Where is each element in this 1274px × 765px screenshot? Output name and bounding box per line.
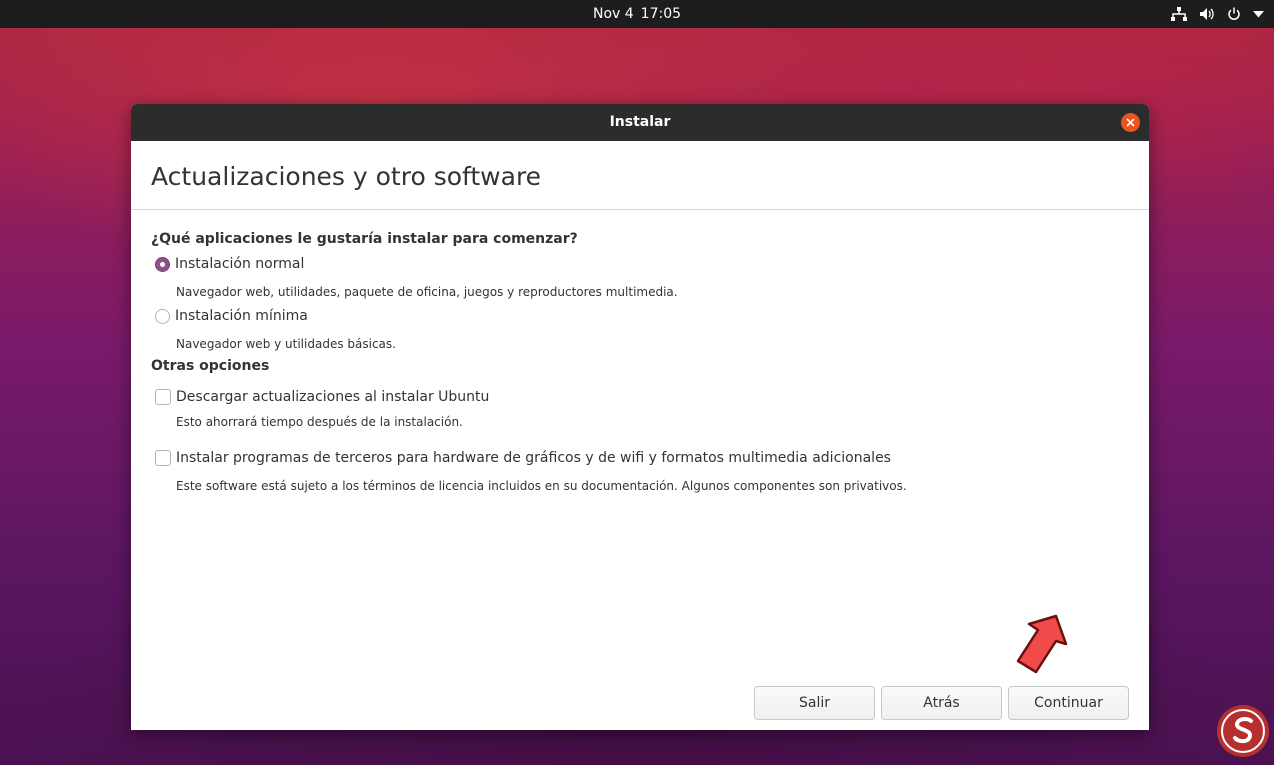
system-tray[interactable] <box>1171 0 1264 28</box>
radio-label[interactable]: Instalación normal <box>175 256 304 272</box>
clock-time: 17:05 <box>640 6 682 22</box>
radio-selected-icon[interactable] <box>155 256 170 272</box>
other-options-heading: Otras opciones <box>151 358 270 374</box>
watermark-logo-icon <box>1217 705 1269 757</box>
page-title: Actualizaciones y otro software <box>151 162 542 191</box>
radio-unselected-icon[interactable] <box>155 308 170 324</box>
checkbox-label[interactable]: Descargar actualizaciones al instalar Ub… <box>176 389 489 405</box>
window-title: Instalar <box>609 114 671 130</box>
checkbox-label[interactable]: Instalar programas de terceros para hard… <box>176 450 891 466</box>
checkbox-third-party-software[interactable]: Instalar programas de terceros para hard… <box>155 450 891 466</box>
network-icon[interactable] <box>1171 7 1187 21</box>
power-icon[interactable] <box>1227 7 1241 21</box>
quit-button[interactable]: Salir <box>754 686 875 720</box>
page-header: Actualizaciones y otro software <box>131 141 1149 210</box>
clock-date: Nov 4 <box>592 6 634 22</box>
option-description: Esto ahorrará tiempo después de la insta… <box>176 415 463 429</box>
checkbox-icon[interactable] <box>155 389 171 405</box>
installer-window: Instalar Actualizaciones y otro software… <box>131 104 1149 730</box>
radio-normal-install[interactable]: Instalación normal <box>155 256 304 272</box>
option-description: Navegador web y utilidades básicas. <box>176 337 396 351</box>
top-bar: Nov 4 17:05 <box>0 0 1274 28</box>
system-menu-arrow-icon[interactable] <box>1253 10 1264 18</box>
pointer-arrow-icon <box>1016 614 1068 674</box>
close-icon <box>1126 118 1135 127</box>
option-description: Este software está sujeto a los términos… <box>176 479 907 493</box>
checkbox-download-updates[interactable]: Descargar actualizaciones al instalar Ub… <box>155 389 489 405</box>
back-button[interactable]: Atrás <box>881 686 1002 720</box>
radio-minimal-install[interactable]: Instalación mínima <box>155 308 308 324</box>
checkbox-icon[interactable] <box>155 450 171 466</box>
clock[interactable]: Nov 4 17:05 <box>0 0 1274 28</box>
volume-icon[interactable] <box>1199 7 1215 21</box>
continue-button[interactable]: Continuar <box>1008 686 1129 720</box>
close-button[interactable] <box>1121 113 1140 132</box>
install-question: ¿Qué aplicaciones le gustaría instalar p… <box>151 231 578 247</box>
option-description: Navegador web, utilidades, paquete de of… <box>176 285 678 299</box>
radio-label[interactable]: Instalación mínima <box>175 308 308 324</box>
window-titlebar[interactable]: Instalar <box>131 104 1149 141</box>
